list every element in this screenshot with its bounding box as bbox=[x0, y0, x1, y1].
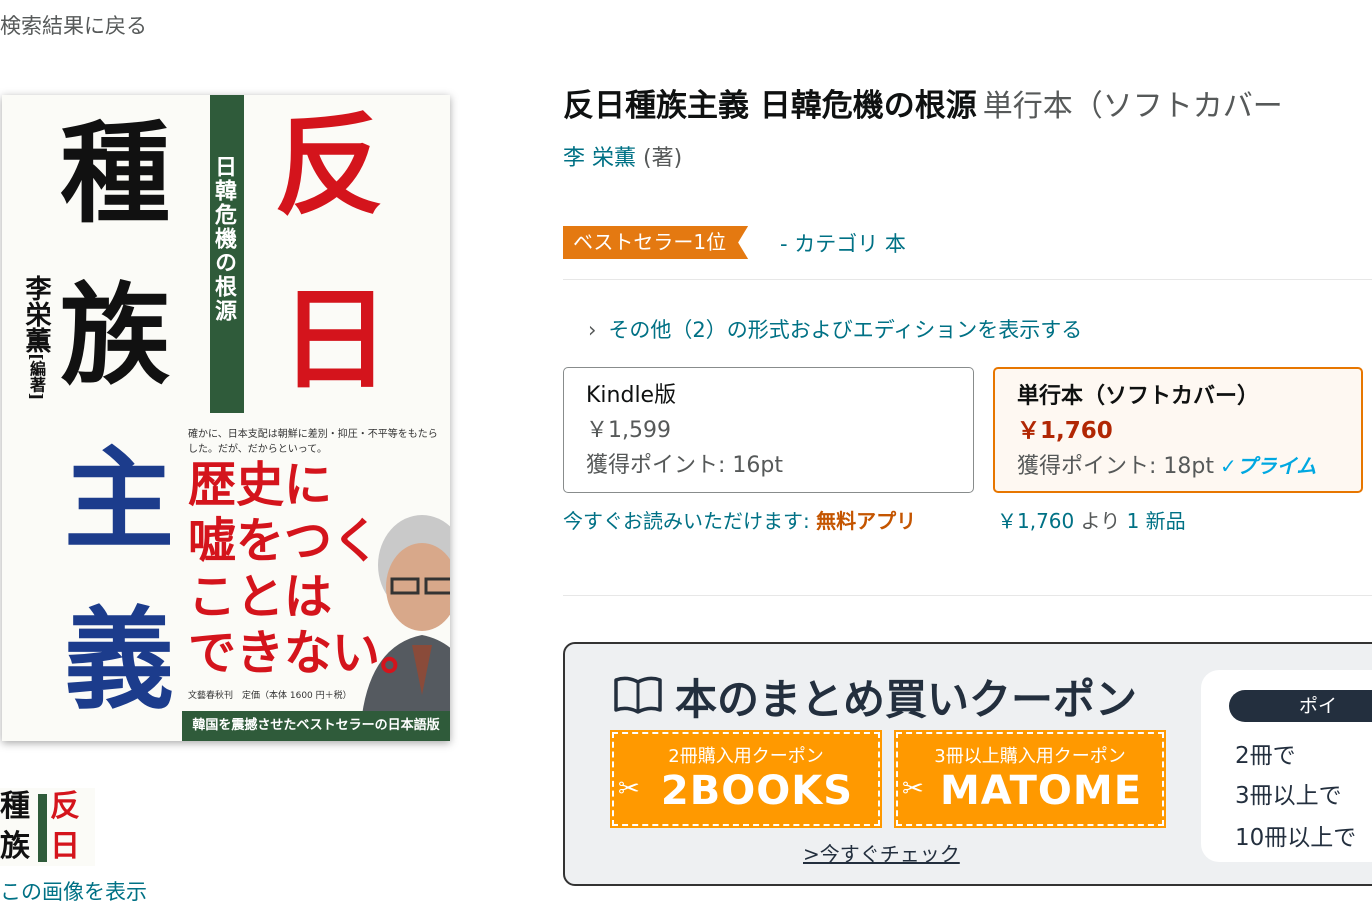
paperback-offers: ￥1,760 より 1 新品 bbox=[997, 509, 1186, 533]
points-panel: ポイ 2冊で 3冊以上で 10冊以上で bbox=[1201, 670, 1372, 862]
divider bbox=[563, 279, 1372, 280]
cover-char: 日 bbox=[280, 275, 390, 404]
cover-char: 義 bbox=[64, 595, 174, 724]
author-role: (著) bbox=[643, 146, 683, 171]
other-formats-link[interactable]: › その他（2）の形式およびエディションを表示する bbox=[588, 314, 1082, 344]
format-points: 獲得ポイント: 16pt bbox=[586, 453, 783, 478]
prime-icon: ✓プライム bbox=[1220, 454, 1317, 478]
points-header: ポイ bbox=[1229, 690, 1372, 722]
free-app-link[interactable]: 無料アプリ bbox=[816, 509, 916, 533]
coupon-title: 本のまとめ買いクーポン bbox=[675, 675, 1138, 724]
cover-char: 反 bbox=[274, 101, 384, 230]
cover-blurb: 確かに、日本支配は朝鮮に差別・抑圧・不平等をもたらした。だが、だからといって。 bbox=[188, 429, 438, 455]
format-kindle[interactable]: Kindle版 ￥1,599 獲得ポイント: 16pt bbox=[563, 367, 974, 493]
cover-author: 李栄薫[編著] bbox=[21, 275, 51, 401]
cover-green-band: 日韓危機の根源 bbox=[210, 95, 244, 413]
back-to-results-link[interactable]: 検索結果に戻る bbox=[0, 10, 147, 40]
format-subtitle: 単行本（ソフトカバー bbox=[982, 89, 1283, 124]
open-book-icon bbox=[614, 676, 662, 714]
format-name: Kindle版 bbox=[586, 383, 677, 408]
cover-char: 族 bbox=[60, 271, 170, 400]
show-images-link[interactable]: この画像を表示 bbox=[0, 876, 147, 906]
byline: 李 栄薫 (著) bbox=[563, 140, 682, 172]
kindle-note: 今すぐお読みいただけます: 無料アプリ bbox=[563, 509, 917, 533]
cover-char: 種 bbox=[60, 109, 170, 238]
cover-bottom-bar: 韓国を震撼させたベストセラーの日本語版 bbox=[182, 711, 450, 741]
author-link[interactable]: 李 栄薫 bbox=[563, 146, 636, 171]
check-now-link[interactable]: >今すぐチェック bbox=[803, 838, 960, 867]
cover-publisher: 文藝春秋刊 定価（本体 1600 円＋税） bbox=[188, 691, 352, 701]
format-points: 獲得ポイント: 18pt ✓プライム bbox=[1017, 454, 1317, 479]
cover-subtitle: 日韓危機の根源 bbox=[211, 155, 237, 323]
new-offers-link[interactable]: 1 新品 bbox=[1127, 509, 1186, 533]
bestseller-badge[interactable]: ベストセラー1位 bbox=[563, 226, 748, 259]
cover-thumbnail[interactable]: 種 反 族 日 bbox=[0, 788, 95, 866]
book-cover-image[interactable]: 日韓危機の根源 反 日 種 族 主 義 李栄薫[編著] 確かに、日本支配は朝鮮に… bbox=[2, 95, 450, 741]
offer-price-link[interactable]: ￥1,760 bbox=[997, 509, 1074, 533]
points-row: 2冊で bbox=[1235, 743, 1296, 769]
category-link[interactable]: - カテゴリ 本 bbox=[780, 228, 906, 258]
points-row: 10冊以上で bbox=[1235, 825, 1357, 851]
points-row: 3冊以上で bbox=[1235, 783, 1342, 809]
divider bbox=[563, 595, 1372, 596]
coupon-banner[interactable]: 本のまとめ買いクーポン 2冊購入用クーポン ✂ 2BOOKS 3冊以上購入用クー… bbox=[563, 642, 1372, 886]
cover-headline: 歴史に 嘘をつく ことは できない。 bbox=[188, 457, 429, 682]
cover-char: 主 bbox=[64, 435, 174, 564]
product-title: 反日種族主義 日韓危機の根源 単行本（ソフトカバー bbox=[563, 88, 1283, 124]
coupon-ticket-2books[interactable]: 2冊購入用クーポン ✂ 2BOOKS bbox=[610, 730, 882, 828]
chevron-right-icon: › bbox=[588, 318, 597, 342]
format-name: 単行本（ソフトカバー） bbox=[1017, 384, 1260, 409]
coupon-ticket-matome[interactable]: 3冊以上購入用クーポン ✂ MATOME bbox=[894, 730, 1166, 828]
format-price: ￥1,599 bbox=[586, 418, 671, 443]
format-paperback[interactable]: 単行本（ソフトカバー） ￥1,760 獲得ポイント: 18pt ✓プライム bbox=[993, 367, 1363, 493]
format-price: ￥1,760 bbox=[1017, 418, 1113, 444]
